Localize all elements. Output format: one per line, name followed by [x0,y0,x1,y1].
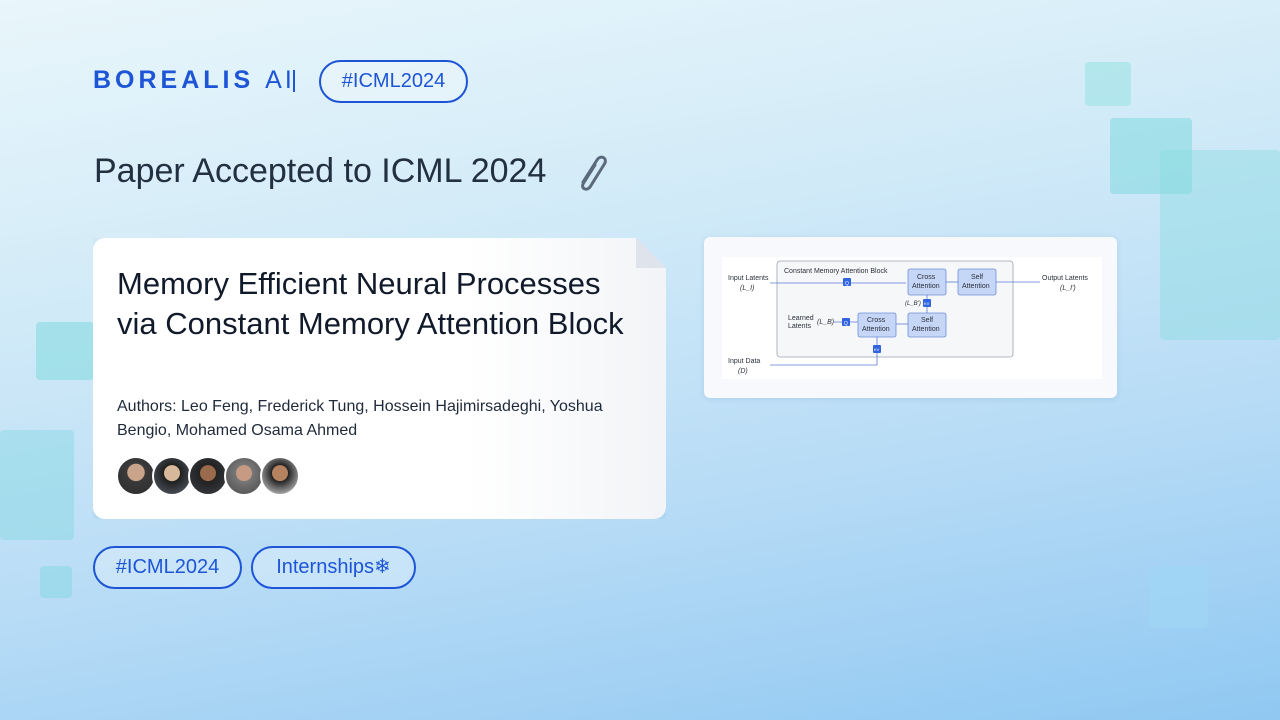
learned-latents-label: Learned [788,315,814,322]
input-data-symbol: (D) [738,368,748,375]
paper-card[interactable]: Memory Efficient Neural Processes via Co… [93,238,666,519]
query-label: Q [844,321,848,327]
kv-label: KV [924,301,930,306]
paperclip-icon [581,155,607,191]
decorative-square [40,566,72,598]
card-fold-corner [636,238,666,268]
cross-attention-label: Attention [912,283,940,290]
avatar [224,456,264,496]
self-attention-label: Self [921,317,933,324]
query-label: Q [845,281,849,287]
tag-internships[interactable]: Internships❄ [251,546,416,589]
decorative-square [1160,150,1280,340]
cross-attention-label: Attention [862,326,890,333]
tag-internships-label: Internships [276,556,375,578]
hashtag-pill[interactable]: #ICML2024 [319,60,468,103]
lb-prime-symbol: (L_B') [905,301,921,307]
decorative-square [1085,62,1131,106]
self-attention-label: Self [971,274,983,281]
decorative-square [0,430,74,540]
output-latents-label: Output Latents [1042,275,1088,282]
brand-name: BOREALIS [93,66,255,94]
tag-icml2024[interactable]: #ICML2024 [93,546,242,589]
avatar [116,456,156,496]
self-attention-label: Attention [912,326,940,333]
decorative-square [36,322,94,380]
kv-label: KV [874,347,880,352]
self-attention-box [957,268,997,296]
avatar [188,456,228,496]
learned-latents-symbol: (L_B) [817,319,834,326]
brand-suffix: AI [265,66,295,94]
brand-logo: BOREALIS AI [93,66,295,95]
page-title: Paper Accepted to ICML 2024 [94,152,547,190]
cross-attention-box [907,268,947,296]
output-latents-symbol: (L_I') [1060,285,1076,292]
snowflake-icon: ❄ [374,556,391,578]
block-title: Constant Memory Attention Block [784,268,888,275]
architecture-diagram: Constant Memory Attention Block Input La… [722,257,1102,379]
avatar [260,456,300,496]
paper-authors: Authors: Leo Feng, Frederick Tung, Hosse… [117,398,603,439]
self-attention-label: Attention [962,283,990,290]
input-latents-label: Input Latents [728,275,769,282]
cross-attention-label: Cross [867,317,886,324]
input-data-label: Input Data [728,358,760,365]
architecture-figure: Constant Memory Attention Block Input La… [704,237,1117,398]
brand-divider [293,70,295,92]
paper-title: Memory Efficient Neural Processes via Co… [117,266,624,341]
cross-attention-label: Cross [917,274,936,281]
input-latents-symbol: (L_I) [740,285,754,292]
learned-latents-label: Latents [788,323,811,330]
avatar [152,456,192,496]
decorative-square [1150,566,1208,628]
